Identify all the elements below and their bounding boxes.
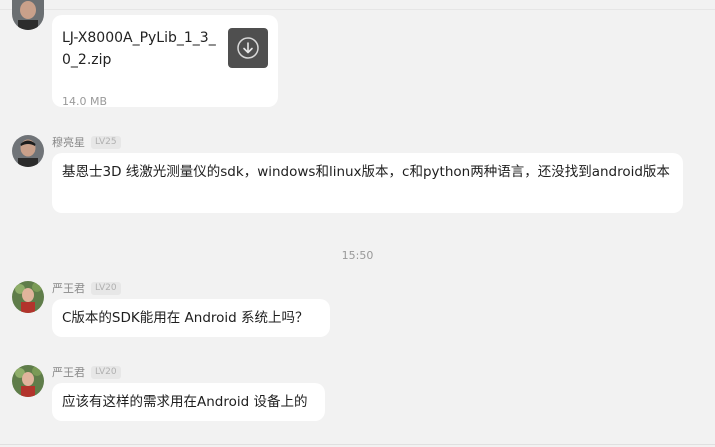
file-size: 14.0 MB: [62, 95, 108, 108]
sender-line: 严王君 LV20: [52, 281, 121, 295]
avatar[interactable]: [12, 365, 44, 397]
download-icon: [237, 37, 259, 59]
level-badge: LV25: [91, 135, 121, 149]
level-badge: LV20: [91, 281, 121, 295]
timestamp: 15:50: [341, 249, 374, 262]
sender-name[interactable]: 严王君: [52, 280, 85, 296]
sender-name[interactable]: 严王君: [52, 364, 85, 380]
sender-name[interactable]: 穆亮星: [52, 134, 85, 150]
top-divider: [0, 9, 715, 10]
download-button[interactable]: [228, 28, 268, 68]
file-message-card[interactable]: LJ-X8000A_PyLib_1_3_0_2.zip 14.0 MB: [52, 15, 278, 108]
level-badge: LV20: [91, 365, 121, 379]
avatar[interactable]: [12, 0, 44, 30]
avatar[interactable]: [12, 135, 44, 167]
avatar[interactable]: [12, 281, 44, 313]
message-text: 应该有这样的需求用在Android 设备上的: [62, 394, 308, 410]
sender-line: 穆亮星 LV25: [52, 135, 121, 149]
file-name[interactable]: LJ-X8000A_PyLib_1_3_0_2.zip: [62, 27, 222, 71]
bottom-divider: [0, 444, 715, 445]
message-bubble[interactable]: C版本的SDK能用在 Android 系统上吗？: [52, 299, 330, 337]
message-bubble[interactable]: 基恩士3D 线激光测量仪的sdk，windows和linux版本，c和pytho…: [52, 153, 683, 213]
sender-line: 严王君 LV20: [52, 365, 121, 379]
message-bubble[interactable]: 应该有这样的需求用在Android 设备上的: [52, 383, 325, 421]
message-text: C版本的SDK能用在 Android 系统上吗？: [62, 310, 309, 326]
message-text: 基恩士3D 线激光测量仪的sdk，windows和linux版本，c和pytho…: [62, 164, 670, 180]
